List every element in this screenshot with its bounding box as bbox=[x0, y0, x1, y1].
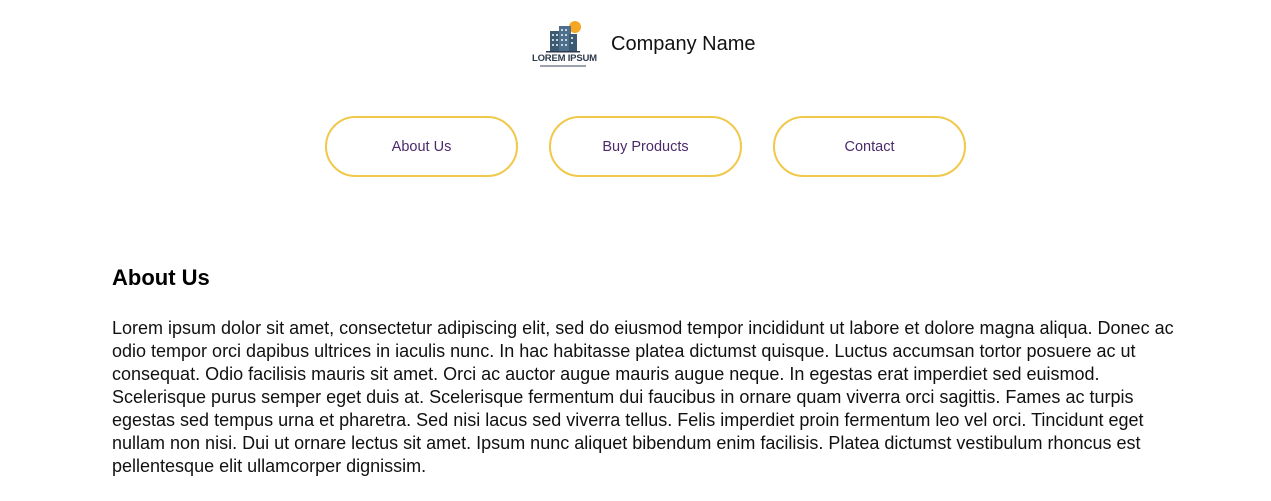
main-nav: About Us Buy Products Contact bbox=[325, 116, 966, 177]
logo-tagline-mark bbox=[540, 65, 586, 67]
logo-text: LOREM IPSUM bbox=[532, 53, 597, 64]
nav-contact-button[interactable]: Contact bbox=[773, 116, 966, 177]
company-name: Company Name bbox=[611, 33, 756, 55]
about-body-text: Lorem ipsum dolor sit amet, consectetur … bbox=[112, 318, 1174, 476]
about-title: About Us bbox=[112, 265, 210, 290]
company-logo[interactable]: LOREM IPSUM bbox=[532, 18, 597, 70]
building-logo-icon bbox=[546, 21, 581, 53]
nav-buy-products-button[interactable]: Buy Products bbox=[549, 116, 742, 177]
nav-about-us-button[interactable]: About Us bbox=[325, 116, 518, 177]
site-header: LOREM IPSUM Company Name bbox=[532, 18, 756, 70]
about-section: About Us Lorem ipsum dolor sit amet, con… bbox=[112, 265, 1192, 478]
